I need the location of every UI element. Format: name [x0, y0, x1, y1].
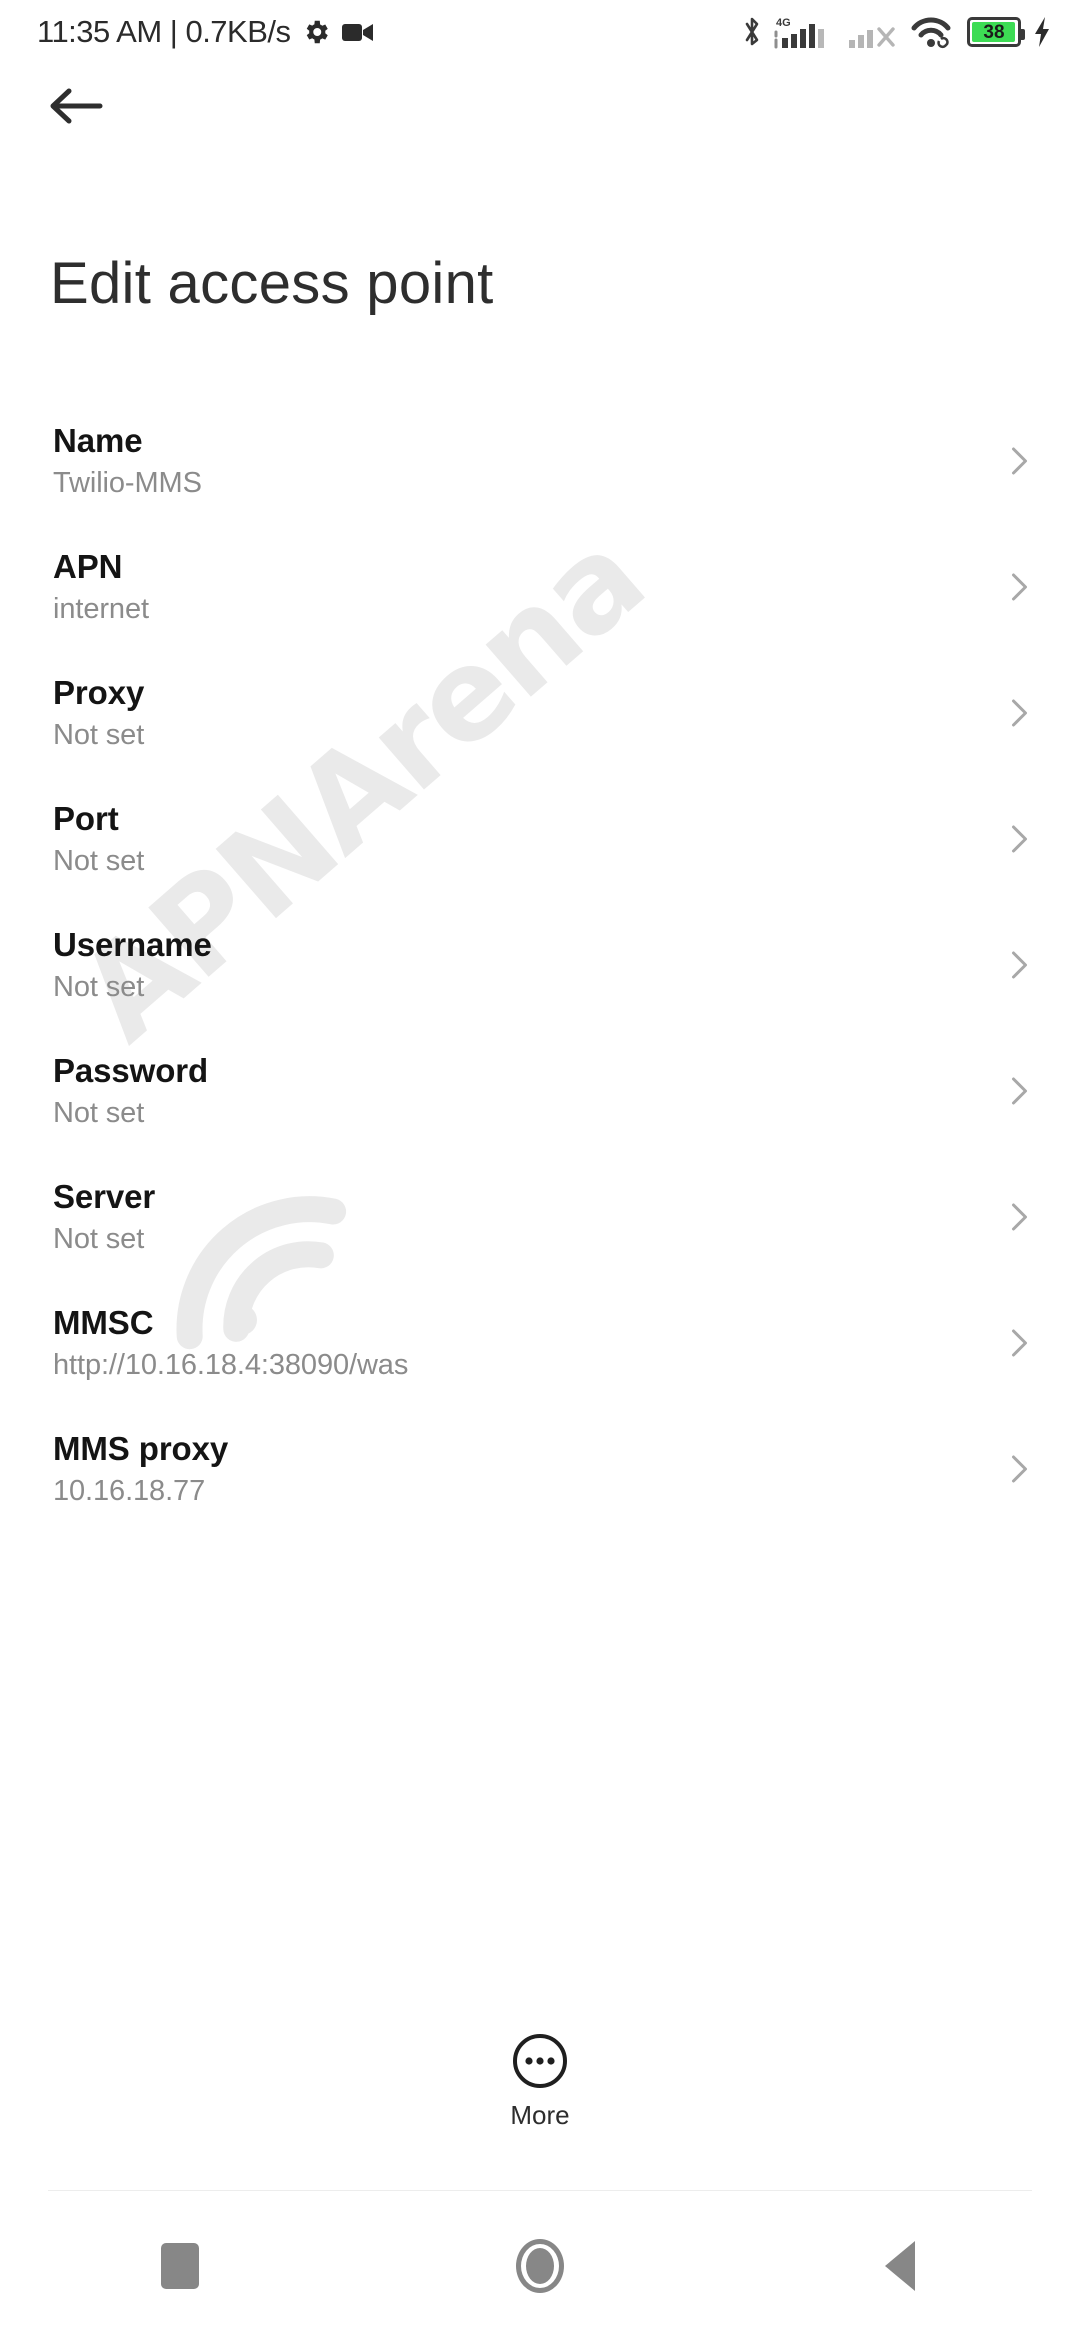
triangle-back-icon [885, 2241, 915, 2291]
row-title: Name [53, 422, 143, 460]
network-type-label: 4G [776, 17, 791, 29]
settings-row-apn[interactable]: APN internet [0, 524, 1080, 650]
chevron-right-icon [1012, 1455, 1027, 1483]
signal-4g-icon: 4G [774, 14, 836, 50]
nav-divider [48, 2190, 1032, 2191]
row-value: 10.16.18.77 [53, 1475, 206, 1508]
row-value: Not set [53, 1223, 145, 1256]
settings-row-mmsc[interactable]: MMSC http://10.16.18.4:38090/was [0, 1280, 1080, 1406]
row-value: Not set [53, 719, 145, 752]
row-title: Server [53, 1178, 156, 1216]
status-bar-right: 4G 38 [741, 0, 1052, 64]
chevron-right-icon [1012, 1077, 1027, 1105]
gear-icon [306, 20, 328, 44]
chevron-right-icon [1012, 825, 1027, 853]
settings-row-server[interactable]: Server Not set [0, 1154, 1080, 1280]
square-recents-icon [161, 2243, 199, 2289]
nav-home-button[interactable] [450, 2192, 630, 2340]
charging-bolt-icon [1035, 17, 1049, 47]
video-camera-icon [341, 24, 373, 41]
chevron-right-icon [1012, 951, 1027, 979]
bluetooth-icon [745, 17, 759, 46]
row-title: Port [53, 800, 119, 838]
status-bar-left: 11:35 AM | 0.7KB/s [37, 14, 375, 50]
settings-row-username[interactable]: Username Not set [0, 902, 1080, 1028]
row-title: MMS proxy [53, 1430, 229, 1468]
row-title: APN [53, 548, 123, 586]
signal-sim2-off-icon [849, 27, 895, 48]
settings-row-name[interactable]: Name Twilio-MMS [0, 398, 1080, 524]
settings-list: Name Twilio-MMS APN internet Proxy Not s… [0, 398, 1080, 1532]
row-value: Not set [53, 1097, 145, 1130]
phone-screen: APNArena 11:35 AM | 0.7KB/s 4G 38 Edit a… [0, 0, 1080, 2340]
settings-row-password[interactable]: Password Not set [0, 1028, 1080, 1154]
chevron-right-icon [1012, 1203, 1027, 1231]
chevron-right-icon [1012, 573, 1027, 601]
page-title: Edit access point [50, 251, 494, 316]
chevron-right-icon [1012, 1329, 1027, 1357]
settings-row-mms-proxy[interactable]: MMS proxy 10.16.18.77 [0, 1406, 1080, 1532]
circle-home-icon [516, 2239, 564, 2293]
settings-row-proxy[interactable]: Proxy Not set [0, 650, 1080, 776]
back-arrow-icon [50, 88, 103, 124]
row-value: Not set [53, 971, 145, 1004]
row-value: internet [53, 593, 149, 626]
more-button-label: More [510, 2100, 570, 2130]
more-circle-icon [513, 2034, 567, 2088]
settings-row-port[interactable]: Port Not set [0, 776, 1080, 902]
row-value: Twilio-MMS [53, 467, 202, 500]
navigation-bar [0, 2192, 1080, 2340]
row-title: MMSC [53, 1304, 154, 1342]
row-title: Proxy [53, 674, 145, 712]
battery-icon: 38 [967, 17, 1025, 47]
nav-recents-button[interactable] [90, 2192, 270, 2340]
chevron-right-icon [1012, 699, 1027, 727]
circle-home-icon-inner [526, 2248, 554, 2284]
row-value: http://10.16.18.4:38090/was [53, 1349, 409, 1382]
wifi-icon [911, 17, 951, 49]
row-title: Username [53, 926, 212, 964]
row-value: Not set [53, 845, 145, 878]
row-title: Password [53, 1052, 209, 1090]
battery-percent-label: 38 [983, 21, 1005, 43]
status-bar: 11:35 AM | 0.7KB/s 4G 38 [0, 0, 1080, 64]
back-button[interactable] [36, 68, 116, 144]
more-button[interactable]: More [0, 2032, 1080, 2131]
status-time-and-speed: 11:35 AM | 0.7KB/s [37, 14, 291, 49]
chevron-right-icon [1012, 447, 1027, 475]
nav-back-button[interactable] [810, 2192, 990, 2340]
